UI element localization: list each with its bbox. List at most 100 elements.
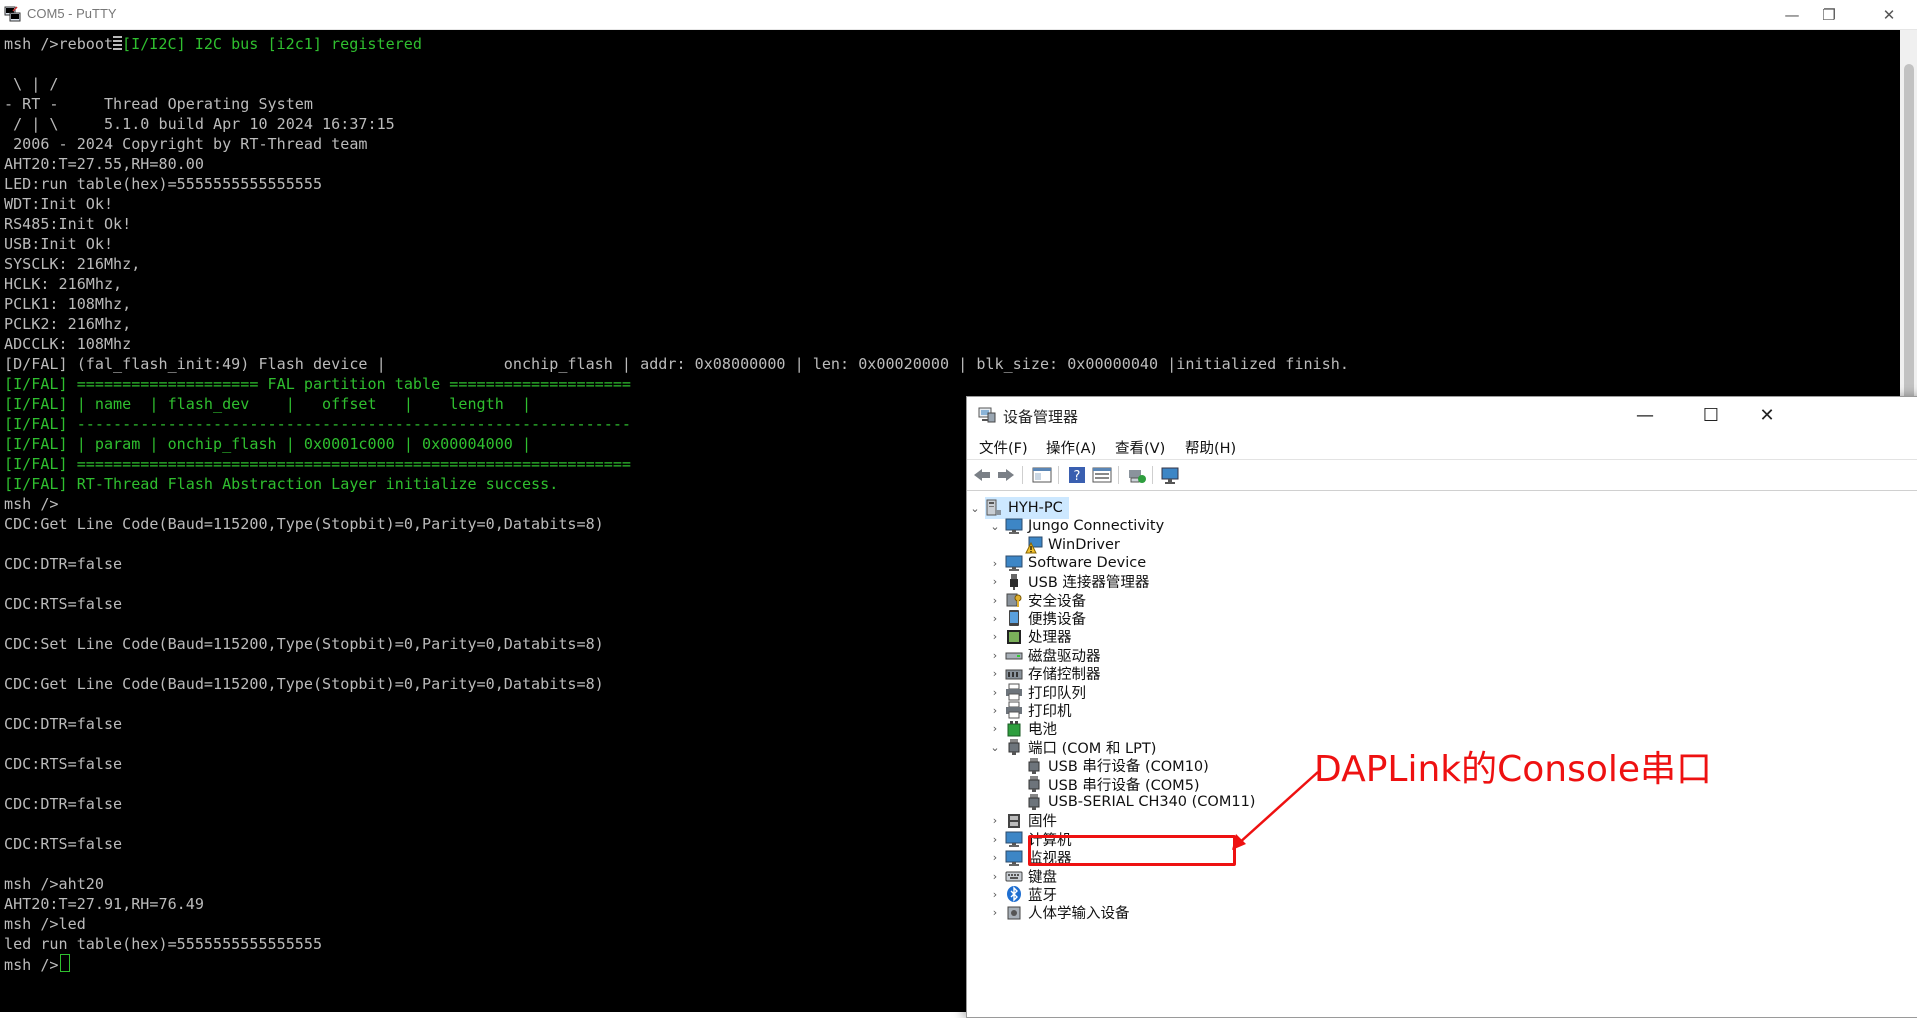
terminal-line-text: AHT20:T=27.91,RH=76.49	[4, 895, 204, 913]
view-icon[interactable]	[1091, 464, 1113, 486]
terminal-line-text: CDC:RTS=false	[4, 755, 123, 773]
terminal-line-text: CDC:Get Line Code(Baud=115200,Type(Stopb…	[4, 675, 604, 693]
close-button[interactable]: ✕	[1865, 0, 1913, 29]
battery-icon	[1005, 720, 1023, 738]
printer-icon	[1005, 683, 1023, 701]
terminal-line: PCLK2: 216Mhz,	[4, 314, 1349, 334]
toolbar-separator	[1118, 466, 1119, 484]
properties-icon[interactable]	[1031, 464, 1053, 486]
forward-arrow-icon[interactable]	[995, 464, 1017, 486]
menu-help[interactable]: 帮助(H)	[1185, 437, 1236, 458]
toolbar-separator	[1058, 466, 1059, 484]
warning-device-icon	[1025, 536, 1043, 554]
collapse-chevron-icon[interactable]: ⌄	[989, 515, 1001, 537]
terminal-line-text: CDC:Get Line Code(Baud=115200,Type(Stopb…	[4, 515, 604, 533]
terminal-line: WDT:Init Ok!	[4, 194, 1349, 214]
terminal-line-text: CDC:DTR=false	[4, 715, 123, 733]
terminal-line-text: LED:run table(hex)=5555555555555555	[4, 175, 323, 193]
terminal-line-text: CDC:DTR=false	[4, 555, 123, 573]
terminal-line-text: led run table(hex)=5555555555555555	[4, 935, 323, 953]
computer-icon	[985, 499, 1003, 517]
menu-file[interactable]: 文件(F)	[979, 437, 1028, 458]
port-icon	[1025, 793, 1043, 811]
tree-node[interactable]: USB-SERIAL CH340 (COM11)	[1025, 791, 1255, 813]
terminal-line: HCLK: 216Mhz,	[4, 274, 1349, 294]
terminal-line: [I/FAL] ==================== FAL partiti…	[4, 374, 1349, 394]
firmware-icon	[1005, 812, 1023, 830]
toolbar-separator	[1152, 466, 1153, 484]
device-manager-titlebar[interactable]: 设备管理器 — ☐ ✕	[967, 397, 1917, 433]
tree-node[interactable]: 人体学输入设备	[1005, 902, 1130, 924]
printer-icon	[1005, 701, 1023, 719]
dm-minimize-button[interactable]: —	[1617, 397, 1673, 433]
terminal-line: msh />reboot [I/I2C] I2C bus [i2c1] regis…	[4, 34, 1349, 54]
putty-titlebar[interactable]: COM5 - PuTTY — ❐ ✕	[0, 0, 1917, 30]
terminal-line: / | \ 5.1.0 build Apr 10 2024 16:37:15	[4, 114, 1349, 134]
menu-bar: 文件(F) 操作(A) 查看(V) 帮助(H)	[967, 433, 1917, 459]
toolbar: ?	[967, 459, 1917, 491]
tree-node-label: HYH-PC	[1008, 500, 1063, 516]
terminal-line-text: msh />	[4, 495, 59, 513]
keyboard-icon	[1005, 867, 1023, 885]
dm-maximize-button[interactable]: ☐	[1683, 397, 1739, 433]
terminal-line-text: msh />aht20	[4, 875, 104, 893]
help-icon[interactable]: ?	[1066, 464, 1088, 486]
port-icon	[1025, 775, 1043, 793]
usb-icon	[1005, 573, 1023, 591]
expand-chevron-icon[interactable]: ›	[989, 902, 1001, 924]
terminal-line-text: USB:Init Ok!	[4, 235, 114, 253]
processor-icon	[1005, 628, 1023, 646]
portable-device-icon	[1005, 609, 1023, 627]
monitor-icon	[1005, 830, 1023, 848]
terminal-line-text: SYSCLK: 216Mhz,	[4, 255, 141, 273]
tree-node-label: Software Device	[1028, 555, 1147, 572]
collapse-chevron-icon[interactable]: ⌄	[969, 497, 981, 519]
terminal-line-text: / | \ 5.1.0 build Apr 10 2024 16:37:15	[4, 115, 395, 133]
scrollbar-thumb[interactable]	[1904, 64, 1914, 404]
terminal-line-suffix: [I/I2C] I2C bus [i2c1] registered	[122, 35, 422, 53]
monitor-icon	[1005, 849, 1023, 867]
terminal-line-text: msh />	[4, 956, 59, 974]
terminal-line-text: - RT - Thread Operating System	[4, 95, 313, 113]
terminal-line-text: [D/FAL] (fal_flash_init:49) Flash device…	[4, 355, 1349, 373]
terminal-line-text: [I/FAL] | param | onchip_flash | 0x0001c…	[4, 435, 532, 453]
terminal-line: USB:Init Ok!	[4, 234, 1349, 254]
terminal-line-text: 2006 - 2024 Copyright by RT-Thread team	[4, 135, 368, 153]
disk-drive-icon	[1005, 646, 1023, 664]
monitor-icon	[1005, 517, 1023, 535]
terminal-line: \ | /	[4, 74, 1349, 94]
terminal-line: - RT - Thread Operating System	[4, 94, 1349, 114]
back-arrow-icon[interactable]	[971, 464, 993, 486]
collapse-chevron-icon[interactable]: ⌄	[989, 736, 1001, 758]
monitor-icon	[1005, 554, 1023, 572]
svg-text:?: ?	[1074, 469, 1081, 484]
terminal-line: RS485:Init Ok!	[4, 214, 1349, 234]
annotation-label: DAPLink的Console串口	[1314, 749, 1713, 790]
terminal-line-text: msh />led	[4, 915, 86, 933]
restore-button[interactable]: ❐	[1805, 0, 1853, 29]
terminal-cursor	[59, 954, 70, 972]
block-cursor-glyph	[113, 36, 123, 51]
tree-node-label: WinDriver	[1048, 536, 1120, 553]
terminal-line-text: [I/FAL] ================================…	[4, 455, 632, 473]
device-manager-window: 设备管理器 — ☐ ✕ 文件(F) 操作(A) 查看(V) 帮助(H) ? ⌄ …	[966, 396, 1917, 1018]
port-icon	[1025, 757, 1043, 775]
terminal-line-text: \ | /	[4, 75, 59, 93]
terminal-line-text: [I/FAL] | name | flash_dev | offset | le…	[4, 395, 532, 413]
terminal-line: ADCCLK: 108Mhz	[4, 334, 1349, 354]
update-driver-icon[interactable]	[1126, 464, 1148, 486]
menu-view[interactable]: 查看(V)	[1115, 437, 1165, 458]
terminal-line: AHT20:T=27.55,RH=80.00	[4, 154, 1349, 174]
tree-node-label: Jungo Connectivity	[1028, 518, 1165, 535]
window-title: COM5 - PuTTY	[27, 6, 117, 21]
dm-close-button[interactable]: ✕	[1739, 397, 1795, 433]
terminal-line-text: CDC:RTS=false	[4, 835, 123, 853]
menu-action[interactable]: 操作(A)	[1046, 437, 1096, 458]
scan-hardware-icon[interactable]	[1160, 464, 1182, 486]
terminal-line-text: CDC:Set Line Code(Baud=115200,Type(Stopb…	[4, 635, 604, 653]
storage-controller-icon	[1005, 665, 1023, 683]
terminal-line-text: [I/FAL] --------------------------------…	[4, 415, 632, 433]
terminal-line-text: CDC:DTR=false	[4, 795, 123, 813]
bluetooth-icon	[1005, 885, 1023, 903]
